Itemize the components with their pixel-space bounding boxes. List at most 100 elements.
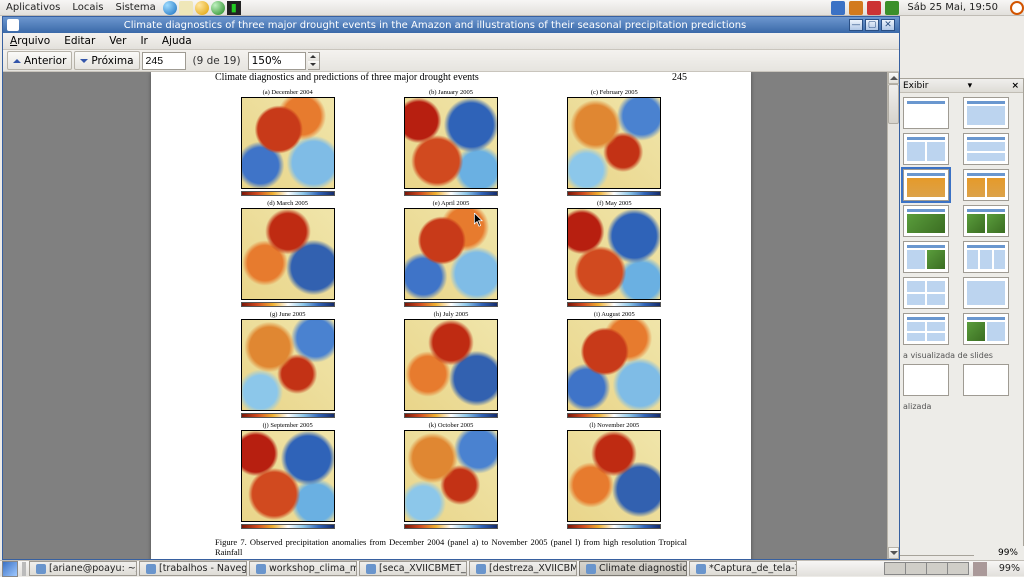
menu-file[interactable]: Arquivo <box>3 35 57 47</box>
map-label: (f) May 2005 <box>597 200 632 207</box>
page-number-input[interactable] <box>142 52 186 70</box>
scroll-thumb[interactable] <box>888 84 899 124</box>
impress-zoom-status: 99% <box>974 546 1024 560</box>
arrow-down-icon <box>80 59 88 63</box>
map-label: (k) October 2005 <box>429 422 474 429</box>
task-label: *Captura_de_tela-3.p… <box>709 563 797 574</box>
colorbar <box>404 413 498 418</box>
layout-thumb[interactable] <box>903 97 949 129</box>
panel-menu-places[interactable]: Locais <box>66 2 109 13</box>
colorbar <box>404 524 498 529</box>
zoom-combo[interactable]: 150% <box>248 52 306 70</box>
task-label: [trabalhos - Navegad… <box>159 563 247 574</box>
app-icon <box>36 564 46 574</box>
task-btn[interactable]: workshop_clima_maio… <box>249 561 357 576</box>
layout-thumb[interactable] <box>963 364 1009 396</box>
impress-header-dropdown-icon[interactable]: ▾ <box>968 81 973 91</box>
app-icon <box>696 564 706 574</box>
help-launcher-icon[interactable] <box>195 1 209 15</box>
app-icon <box>366 564 376 574</box>
tray-icon[interactable] <box>849 1 863 15</box>
terminal-launcher-icon[interactable]: ▮ <box>227 1 241 15</box>
map-panel <box>404 97 498 189</box>
scroll-track[interactable] <box>888 84 899 547</box>
minimize-button[interactable]: — <box>849 19 863 31</box>
map-label: (j) September 2005 <box>263 422 313 429</box>
browser-launcher-icon[interactable] <box>163 1 177 15</box>
app-icon <box>476 564 486 574</box>
app-icon <box>146 564 156 574</box>
map-grid: (a) December 2004 (b) January 2005 (c) F… <box>215 89 687 529</box>
map-panel <box>241 319 335 411</box>
task-btn[interactable]: [seca_XVIICBMET_201… <box>359 561 467 576</box>
map-panel <box>567 97 661 189</box>
task-btn[interactable]: Climate diagnostics of… <box>579 561 687 576</box>
window-title: Climate diagnostics of three major droug… <box>23 20 847 31</box>
map-panel <box>567 319 661 411</box>
clock[interactable]: Sáb 25 Mai, 19:50 <box>901 2 1004 13</box>
task-btn[interactable]: *Captura_de_tela-3.p… <box>689 561 797 576</box>
tray-icon[interactable] <box>867 1 881 15</box>
task-btn[interactable]: [trabalhos - Navegad… <box>139 561 247 576</box>
prev-page-button[interactable]: Anterior <box>7 51 72 70</box>
task-label: [seca_XVIICBMET_201… <box>379 563 467 574</box>
layout-thumb[interactable] <box>963 97 1009 129</box>
next-page-button[interactable]: Próxima <box>74 51 139 70</box>
scroll-up-button[interactable] <box>888 72 899 84</box>
close-icon[interactable]: × <box>1011 81 1019 91</box>
zoom-decrease-button[interactable] <box>308 61 319 69</box>
page-total-label: (9 de 19) <box>188 55 246 67</box>
colorbar <box>567 302 661 307</box>
menu-bar: Arquivo Editar Ver Ir Ajuda <box>3 33 899 50</box>
map-panel <box>241 430 335 522</box>
updates-launcher-icon[interactable] <box>211 1 225 15</box>
maximize-button[interactable]: ▢ <box>865 19 879 31</box>
menu-help[interactable]: Ajuda <box>155 35 199 47</box>
colorbar <box>567 191 661 196</box>
mail-launcher-icon[interactable] <box>179 1 193 15</box>
tray-icon[interactable] <box>885 1 899 15</box>
layout-thumb[interactable] <box>903 313 949 345</box>
layout-thumb[interactable] <box>963 313 1009 345</box>
show-desktop-button[interactable] <box>2 561 18 577</box>
close-button[interactable]: ✕ <box>881 19 895 31</box>
panel-menu-apps[interactable]: Aplicativos <box>0 2 66 13</box>
menu-edit[interactable]: Editar <box>57 35 102 47</box>
menu-view[interactable]: Ver <box>102 35 133 47</box>
layout-thumb[interactable] <box>963 277 1009 309</box>
layout-thumb[interactable] <box>963 133 1009 165</box>
gnome-top-panel: Aplicativos Locais Sistema ▮ Sáb 25 Mai,… <box>0 0 1024 16</box>
task-btn[interactable]: [destreza_XVIICBMET_… <box>469 561 577 576</box>
evince-window: Climate diagnostics of three major droug… <box>2 16 900 560</box>
panel-menu-system[interactable]: Sistema <box>109 2 161 13</box>
scroll-down-button[interactable] <box>888 547 899 559</box>
shutdown-icon[interactable] <box>1010 1 1024 15</box>
layout-thumb[interactable] <box>903 205 949 237</box>
workspace-switcher[interactable] <box>885 562 969 575</box>
layout-thumb[interactable] <box>963 241 1009 273</box>
layout-thumb[interactable] <box>903 364 949 396</box>
map-panel <box>567 430 661 522</box>
layout-thumb[interactable] <box>903 241 949 273</box>
gnome-taskbar: [ariane@poayu: ~/Dr… [trabalhos - Navega… <box>0 560 1024 576</box>
map-panel <box>404 430 498 522</box>
layout-thumb[interactable] <box>963 169 1009 201</box>
menu-go[interactable]: Ir <box>133 35 154 47</box>
layout-thumb[interactable] <box>963 205 1009 237</box>
zoom-value: 150% <box>252 55 282 67</box>
layout-thumb[interactable] <box>903 169 949 201</box>
vertical-scrollbar[interactable] <box>887 72 899 559</box>
map-label: (e) April 2005 <box>433 200 470 207</box>
colorbar <box>567 524 661 529</box>
document-viewport[interactable]: Climate diagnostics and predictions of t… <box>3 72 899 559</box>
layout-thumb[interactable] <box>903 277 949 309</box>
window-titlebar[interactable]: Climate diagnostics of three major droug… <box>3 17 899 33</box>
impress-header-label: Exibir <box>903 81 928 91</box>
layout-thumb[interactable] <box>903 133 949 165</box>
task-btn[interactable]: [ariane@poayu: ~/Dr… <box>29 561 137 576</box>
tray-icon[interactable] <box>831 1 845 15</box>
trash-icon[interactable] <box>973 562 987 576</box>
running-head: Climate diagnostics and predictions of t… <box>215 72 479 83</box>
zoom-increase-button[interactable] <box>308 53 319 61</box>
map-panel <box>241 97 335 189</box>
